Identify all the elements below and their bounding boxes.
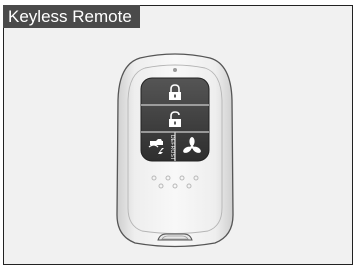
keyless-remote-illustration: DEFROST <box>116 53 234 248</box>
defrost-label: DEFROST <box>169 135 175 160</box>
led-indicator <box>173 68 177 72</box>
